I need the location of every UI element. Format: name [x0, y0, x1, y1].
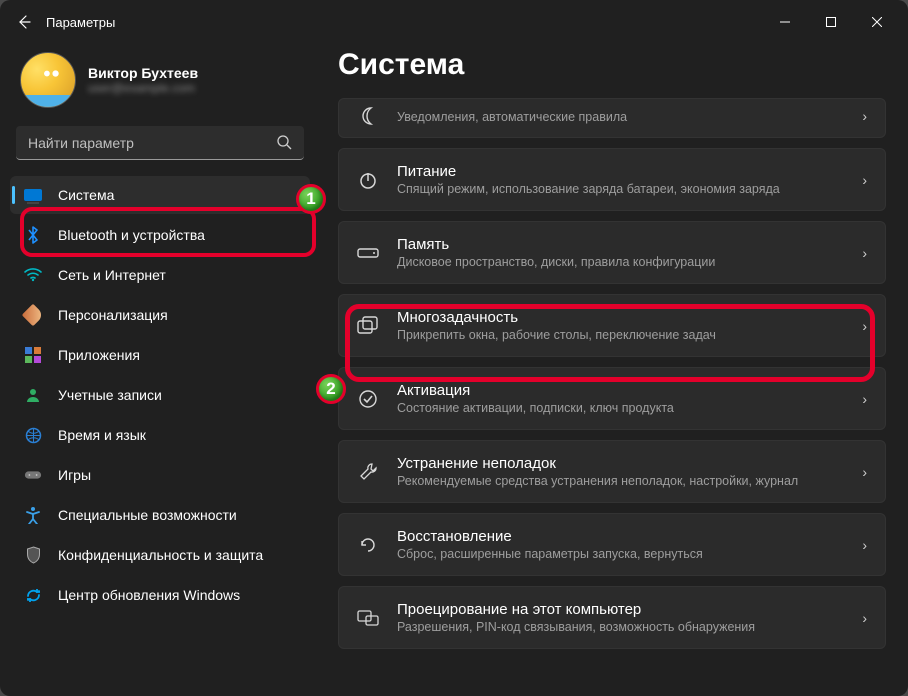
card-sub: Спящий режим, использование заряда батар… — [397, 182, 844, 196]
moon-icon — [357, 105, 379, 127]
chevron-right-icon: › — [862, 172, 867, 188]
card-power[interactable]: Питание Спящий режим, использование заряд… — [338, 148, 886, 211]
sidebar-item-label: Специальные возможности — [58, 507, 237, 523]
user-icon — [24, 386, 42, 404]
card-sub: Прикрепить окна, рабочие столы, переключ… — [397, 328, 844, 342]
arrow-left-icon — [16, 14, 32, 30]
page-heading: Система — [338, 48, 886, 82]
titlebar: Параметры — [0, 0, 908, 44]
window-title: Параметры — [46, 15, 115, 30]
wrench-icon — [357, 461, 379, 483]
gamepad-icon — [24, 466, 42, 484]
card-title: Многозадачность — [397, 309, 844, 326]
card-focus-assist[interactable]: Уведомления, автоматические правила › — [338, 98, 886, 138]
window-controls — [762, 6, 900, 38]
sidebar-item-label: Учетные записи — [58, 387, 162, 403]
card-title: Питание — [397, 163, 844, 180]
maximize-button[interactable] — [808, 6, 854, 38]
sidebar-item-gaming[interactable]: Игры — [10, 456, 310, 494]
project-icon — [357, 607, 379, 629]
chevron-right-icon: › — [862, 610, 867, 626]
card-sub: Сброс, расширенные параметры запуска, ве… — [397, 547, 844, 561]
chevron-right-icon: › — [862, 245, 867, 261]
wifi-icon — [24, 266, 42, 284]
minimize-icon — [780, 17, 790, 27]
avatar — [20, 52, 76, 108]
card-title: Восстановление — [397, 528, 844, 545]
search-icon — [276, 134, 292, 155]
sidebar-item-personalization[interactable]: Персонализация — [10, 296, 310, 334]
settings-window: Параметры Виктор Бухтеев user@example.co… — [0, 0, 908, 696]
accessibility-icon — [24, 506, 42, 524]
close-button[interactable] — [854, 6, 900, 38]
sidebar-item-network[interactable]: Сеть и Интернет — [10, 256, 310, 294]
profile-name: Виктор Бухтеев — [88, 65, 198, 81]
card-title: Устранение неполадок — [397, 455, 844, 472]
chevron-right-icon: › — [862, 391, 867, 407]
chevron-right-icon: › — [862, 464, 867, 480]
sidebar-item-bluetooth[interactable]: Bluetooth и устройства — [10, 216, 310, 254]
card-multitasking[interactable]: Многозадачность Прикрепить окна, рабочие … — [338, 294, 886, 357]
card-title: Активация — [397, 382, 844, 399]
sidebar-item-label: Центр обновления Windows — [58, 587, 240, 603]
sidebar-item-privacy[interactable]: Конфиденциальность и защита — [10, 536, 310, 574]
profile-email: user@example.com — [88, 81, 198, 95]
chevron-right-icon: › — [862, 318, 867, 334]
sidebar-item-label: Сеть и Интернет — [58, 267, 166, 283]
monitor-icon — [24, 186, 42, 204]
main-panel: Система Уведомления, автоматические прав… — [320, 44, 908, 696]
back-button[interactable] — [8, 6, 40, 38]
card-sub: Уведомления, автоматические правила — [397, 110, 844, 124]
sidebar-item-label: Bluetooth и устройства — [58, 227, 205, 243]
card-troubleshoot[interactable]: Устранение неполадок Рекомендуемые средст… — [338, 440, 886, 503]
card-activation[interactable]: Активация Состояние активации, подписки, … — [338, 367, 886, 430]
sidebar-item-label: Игры — [58, 467, 91, 483]
sidebar-item-accessibility[interactable]: Специальные возможности — [10, 496, 310, 534]
check-circle-icon — [357, 388, 379, 410]
sidebar-item-time-language[interactable]: Время и язык — [10, 416, 310, 454]
sidebar: Виктор Бухтеев user@example.com Система — [0, 44, 320, 696]
profile-block[interactable]: Виктор Бухтеев user@example.com — [10, 44, 310, 126]
sidebar-item-label: Система — [58, 187, 114, 203]
sidebar-item-label: Приложения — [58, 347, 140, 363]
card-projecting[interactable]: Проецирование на этот компьютер Разрешени… — [338, 586, 886, 649]
card-title: Память — [397, 236, 844, 253]
search-input[interactable] — [16, 126, 304, 160]
card-storage[interactable]: Память Дисковое пространство, диски, прав… — [338, 221, 886, 284]
storage-icon — [357, 242, 379, 264]
sidebar-item-apps[interactable]: Приложения — [10, 336, 310, 374]
sidebar-item-system[interactable]: Система — [10, 176, 310, 214]
card-sub: Состояние активации, подписки, ключ прод… — [397, 401, 844, 415]
close-icon — [872, 17, 882, 27]
card-recovery[interactable]: Восстановление Сброс, расширенные парамет… — [338, 513, 886, 576]
shield-icon — [24, 546, 42, 564]
history-icon — [357, 534, 379, 556]
brush-icon — [24, 306, 42, 324]
card-sub: Разрешения, PIN-код связывания, возможно… — [397, 620, 844, 634]
globe-clock-icon — [24, 426, 42, 444]
maximize-icon — [826, 17, 836, 27]
power-icon — [357, 169, 379, 191]
sidebar-item-label: Конфиденциальность и защита — [58, 547, 263, 563]
minimize-button[interactable] — [762, 6, 808, 38]
chevron-right-icon: › — [862, 108, 867, 124]
multitask-icon — [357, 315, 379, 337]
apps-icon — [24, 346, 42, 364]
chevron-right-icon: › — [862, 537, 867, 553]
card-sub: Рекомендуемые средства устранения непола… — [397, 474, 844, 488]
sidebar-item-windows-update[interactable]: Центр обновления Windows — [10, 576, 310, 614]
sidebar-item-label: Персонализация — [58, 307, 168, 323]
sidebar-item-label: Время и язык — [58, 427, 146, 443]
sidebar-item-accounts[interactable]: Учетные записи — [10, 376, 310, 414]
nav-list: Система Bluetooth и устройства Сеть и Ин… — [10, 176, 310, 614]
card-sub: Дисковое пространство, диски, правила ко… — [397, 255, 844, 269]
update-icon — [24, 586, 42, 604]
bluetooth-icon — [24, 226, 42, 244]
card-title: Проецирование на этот компьютер — [397, 601, 844, 618]
